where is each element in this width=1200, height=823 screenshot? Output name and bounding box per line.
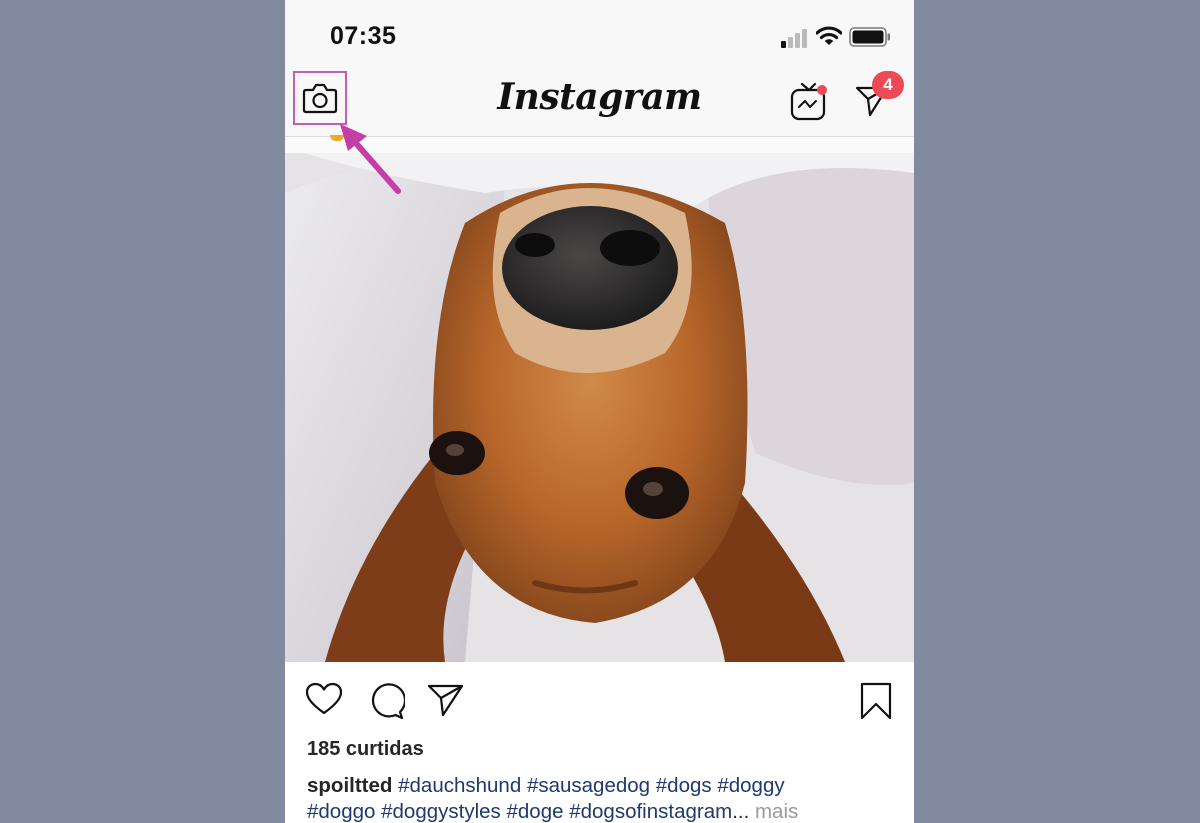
hashtag[interactable]: #doggystyles: [381, 800, 501, 823]
likes-count[interactable]: 185 curtidas: [307, 738, 424, 761]
bookmark-icon[interactable]: [859, 682, 893, 720]
hashtag[interactable]: #doggy: [717, 774, 784, 797]
status-bar: 07:35: [285, 0, 914, 70]
caption-line-1: spoiltted #dauchshund #sausagedog #dogs …: [307, 773, 897, 799]
post-image[interactable]: [285, 153, 914, 662]
more-link[interactable]: mais: [755, 800, 798, 823]
hashtag[interactable]: #dogs: [656, 774, 712, 797]
status-time: 07:35: [330, 22, 397, 50]
story-ring: [330, 135, 344, 141]
post-action-bar: [285, 662, 914, 737]
hashtag[interactable]: #doggo: [307, 800, 375, 823]
battery-icon: [849, 27, 890, 47]
igtv-icon[interactable]: [790, 82, 828, 122]
hashtag[interactable]: #dauchshund: [398, 774, 521, 797]
stories-strip[interactable]: [285, 135, 914, 153]
direct-badge: 4: [872, 71, 904, 99]
top-nav-bar: Instagram 4: [285, 70, 914, 137]
caption-ellipsis: ...: [732, 800, 750, 823]
hashtag[interactable]: #dogsofinstagram: [569, 800, 732, 823]
comment-icon[interactable]: [367, 682, 405, 720]
hashtag[interactable]: #doge: [507, 800, 564, 823]
post-caption: spoiltted #dauchshund #sausagedog #dogs …: [307, 773, 897, 823]
wifi-icon: [816, 26, 842, 45]
share-icon[interactable]: [427, 682, 465, 718]
caption-username[interactable]: spoiltted: [307, 774, 392, 797]
heart-icon[interactable]: [305, 682, 343, 716]
hashtag[interactable]: #sausagedog: [527, 774, 650, 797]
dog-photo: [285, 153, 914, 662]
phone-screen: 07:35 Instagram 4 185 curtidas spoiltted…: [285, 0, 914, 823]
signal-icon: [781, 29, 807, 48]
caption-line-2: #doggo #doggystyles #doge #dogsofinstagr…: [307, 799, 897, 823]
